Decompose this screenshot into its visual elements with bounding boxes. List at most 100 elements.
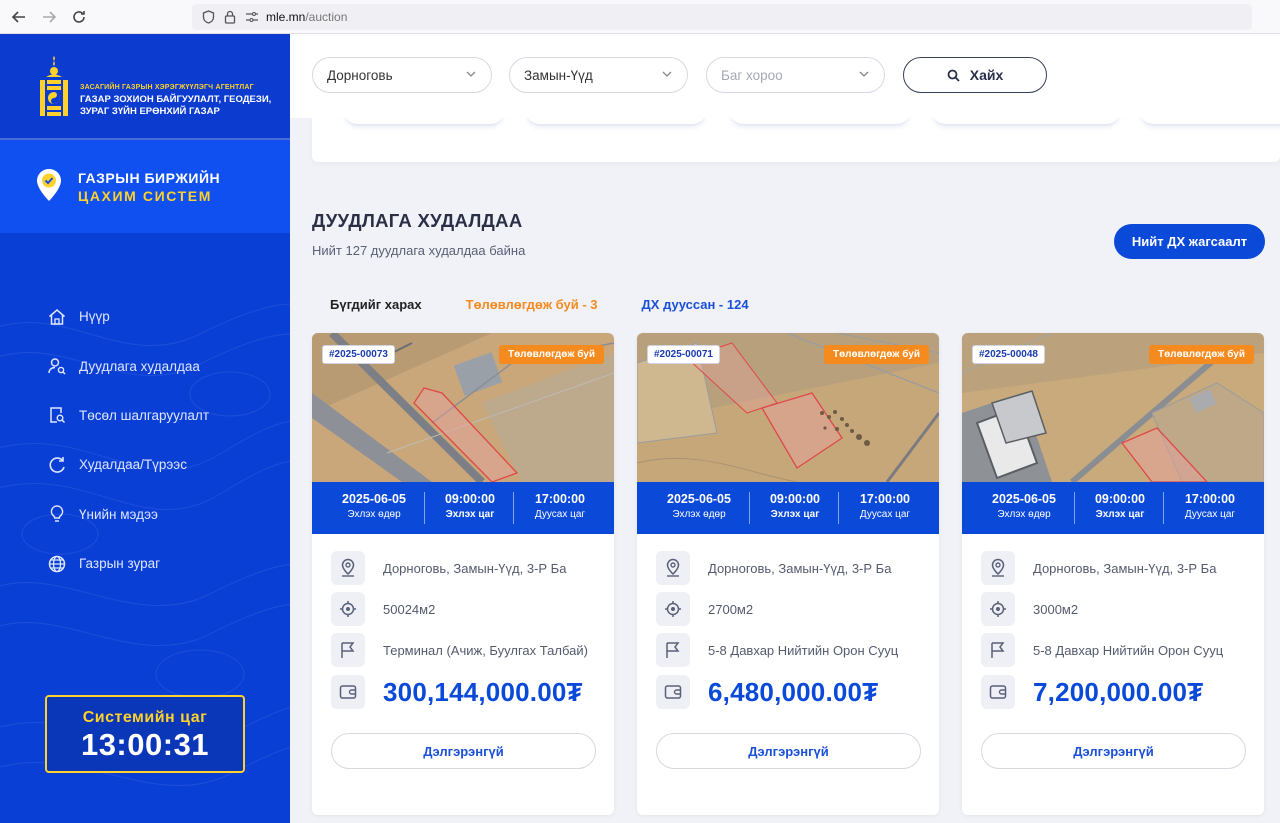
sidebar-item-trade-rent[interactable]: Худалдаа/Түрээс — [46, 440, 209, 489]
status-badge: Төлөвлөгдөж буй — [823, 345, 929, 364]
start-date: 2025-06-05 Эхлэх өдөр — [334, 492, 414, 520]
address-bar[interactable]: mle.mn/auction — [192, 4, 1252, 30]
soyombo-emblem-icon — [40, 56, 68, 116]
sidebar-item-label: Дуудлага худалдаа — [79, 358, 200, 374]
start-time-label: Эхлэх цаг — [445, 509, 495, 520]
lightbulb-icon — [46, 503, 68, 525]
category-tile[interactable] — [1140, 118, 1280, 126]
tab-planned[interactable]: Төлөвлөгдөж буй - 3 — [466, 297, 598, 312]
target-icon — [331, 592, 365, 626]
all-auctions-button[interactable]: Нийт ДХ жагсаалт — [1114, 224, 1265, 259]
price-text: 300,144,000.00₮ — [383, 676, 583, 707]
system-title-block[interactable]: ГАЗРЫН БИРЖИЙН ЦАХИМ СИСТЕМ — [0, 140, 290, 233]
location-row: Дорноговь, Замын-Үүд, 3-Р Ба — [656, 551, 924, 585]
category-tile[interactable] — [526, 118, 706, 126]
start-time-value: 09:00:00 — [769, 492, 821, 506]
flag-icon — [656, 633, 690, 667]
clock-label: Системийн цаг — [82, 709, 208, 726]
sum-select[interactable]: Замын-Үүд — [509, 57, 688, 93]
back-icon[interactable] — [4, 2, 34, 32]
start-time: 09:00:00 Эхлэх цаг — [1082, 492, 1158, 520]
home-icon — [46, 306, 68, 328]
parcel-satellite-image: #2025-00073 Төлөвлөгдөж буй — [312, 333, 614, 482]
sidebar-item-project-selection[interactable]: Төсөл шалгаруулалт — [46, 391, 209, 440]
price-row: 7,200,000.00₮ — [981, 675, 1203, 709]
shield-icon[interactable] — [200, 9, 216, 25]
agency-logo-block[interactable]: ЗАСАГИЙН ГАЗРЫН ХЭРЭГЖҮҮЛЭГЧ АГЕНТЛАГ ГА… — [0, 34, 290, 140]
category-strip — [312, 118, 1280, 162]
browser-toolbar: mle.mn/auction — [0, 0, 1280, 34]
auction-card[interactable]: #2025-00048 Төлөвлөгдөж буй 2025-06-05 Э… — [962, 333, 1264, 815]
category-tile[interactable] — [932, 118, 1120, 126]
start-date: 2025-06-05 Эхлэх өдөр — [659, 492, 739, 520]
start-date-label: Эхлэх өдөр — [672, 509, 726, 520]
wallet-icon — [331, 675, 365, 709]
auction-card[interactable]: #2025-00071 Төлөвлөгдөж буй 2025-06-05 Э… — [637, 333, 939, 815]
location-pin-icon — [331, 551, 365, 585]
end-time-label: Дуусах цаг — [534, 509, 586, 520]
sidebar-item-price-info[interactable]: Үнийн мэдээ — [46, 490, 209, 539]
area-text: 2700м2 — [708, 601, 754, 617]
start-time: 09:00:00 Эхлэх цаг — [432, 492, 508, 520]
parcel-satellite-image: #2025-00071 Төлөвлөгдөж буй — [637, 333, 939, 482]
divider — [1074, 492, 1075, 524]
schedule-band: 2025-06-05 Эхлэх өдөр 09:00:00 Эхлэх цаг… — [312, 482, 614, 534]
start-date-label: Эхлэх өдөр — [997, 509, 1051, 520]
location-row: Дорноговь, Замын-Үүд, 3-Р Ба — [981, 551, 1249, 585]
status-badge: Төлөвлөгдөж буй — [1148, 345, 1254, 364]
agency-name-line-2: ЗУРАГ ЗҮЙН ЕРӨНХИЙ ГАЗАР — [80, 106, 220, 117]
forward-icon[interactable] — [34, 2, 64, 32]
purpose-row: 5-8 Давхар Нийтийн Орон Сууц — [981, 633, 1263, 667]
system-title-line-1: ГАЗРЫН БИРЖИЙН — [78, 170, 221, 186]
start-date-value: 2025-06-05 — [342, 492, 406, 506]
sidebar-item-label: Худалдаа/Түрээс — [79, 457, 187, 473]
sidebar-item-label: Төсөл шалгаруулалт — [79, 407, 209, 423]
sidebar-item-label: Нүүр — [79, 309, 110, 325]
lock-icon[interactable] — [222, 9, 238, 25]
price-text: 7,200,000.00₮ — [1033, 676, 1204, 707]
status-badge: Төлөвлөгдөж буй — [498, 345, 604, 364]
end-time: 17:00:00 Дуусах цаг — [1170, 492, 1250, 520]
location-pin-icon — [981, 551, 1015, 585]
details-button[interactable]: Дэлгэрэнгүй — [656, 733, 921, 769]
start-date-value: 2025-06-05 — [667, 492, 731, 506]
details-button[interactable]: Дэлгэрэнгүй — [331, 733, 596, 769]
sidebar-item-auction[interactable]: Дуудлага худалдаа — [46, 341, 209, 390]
start-time-label: Эхлэх цаг — [1095, 509, 1145, 520]
section-title: ДУУДЛАГА ХУДАЛДАА — [312, 210, 523, 231]
tab-finished[interactable]: ДХ дууссан - 124 — [642, 297, 749, 312]
bag-khoroo-select[interactable]: Баг хороо — [706, 57, 885, 93]
sidebar-item-label: Газрын зураг — [79, 556, 161, 572]
system-title-line-2: ЦАХИМ СИСТЕМ — [78, 188, 212, 204]
agency-subtitle: ЗАСАГИЙН ГАЗРЫН ХЭРЭГЖҮҮЛЭГЧ АГЕНТЛАГ — [80, 84, 254, 91]
auction-id-badge: #2025-00071 — [647, 345, 720, 364]
details-button[interactable]: Дэлгэрэнгүй — [981, 733, 1246, 769]
sidebar-menu: Нүүр Дуудлага худалдаа Төсөл шалгаруулал… — [46, 292, 209, 588]
permissions-icon[interactable] — [244, 9, 260, 25]
location-text: Дорноговь, Замын-Үүд, 3-Р Ба — [383, 560, 567, 576]
purpose-text: 5-8 Давхар Нийтийн Орон Сууц — [1033, 642, 1224, 658]
area-text: 3000м2 — [1033, 601, 1079, 617]
sidebar-item-land-map[interactable]: Газрын зураг — [46, 539, 209, 588]
start-time: 09:00:00 Эхлэх цаг — [757, 492, 833, 520]
divider — [1163, 492, 1164, 524]
aimag-select[interactable]: Дорноговь — [312, 57, 492, 93]
main-content: Дорноговь Замын-Үүд Баг хороо Хайх ДУУДЛ… — [290, 34, 1280, 823]
purpose-text: 5-8 Давхар Нийтийн Орон Сууц — [708, 642, 899, 658]
wallet-icon — [656, 675, 690, 709]
sidebar: ЗАСАГИЙН ГАЗРЫН ХЭРЭГЖҮҮЛЭГЧ АГЕНТЛАГ ГА… — [0, 34, 290, 823]
divider — [838, 492, 839, 524]
auction-card[interactable]: #2025-00073 Төлөвлөгдөж буй 2025-06-05 Э… — [312, 333, 614, 815]
end-time-value: 17:00:00 — [534, 492, 586, 506]
area-row: 50024м2 — [331, 592, 599, 626]
document-search-icon — [46, 404, 68, 426]
reload-icon[interactable] — [64, 2, 94, 32]
category-tile[interactable] — [344, 118, 504, 126]
sidebar-item-home[interactable]: Нүүр — [46, 292, 209, 341]
category-tile[interactable] — [730, 118, 910, 126]
flag-icon — [981, 633, 1015, 667]
search-button[interactable]: Хайх — [903, 57, 1047, 93]
start-date-value: 2025-06-05 — [992, 492, 1056, 506]
location-row: Дорноговь, Замын-Үүд, 3-Р Ба — [331, 551, 599, 585]
tab-all[interactable]: Бүгдийг харах — [330, 297, 422, 312]
